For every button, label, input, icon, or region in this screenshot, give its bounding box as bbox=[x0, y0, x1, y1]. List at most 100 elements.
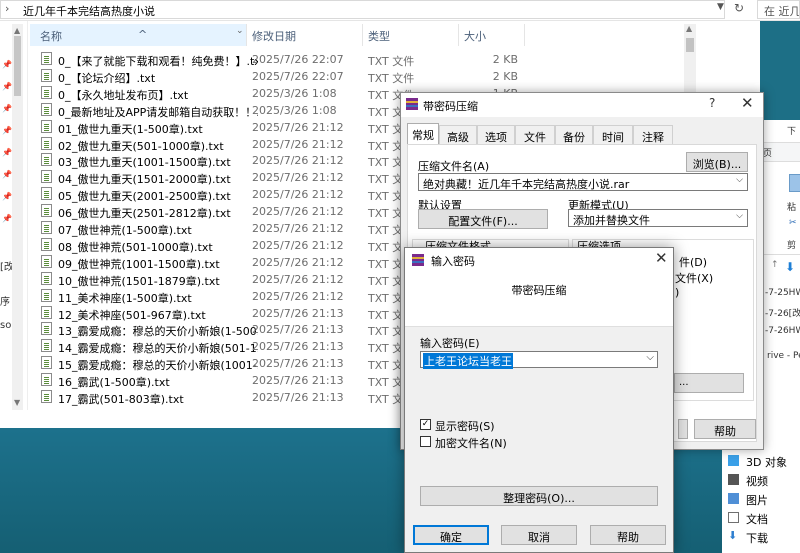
tab-time[interactable]: 时间 bbox=[593, 125, 633, 144]
column-divider[interactable] bbox=[246, 24, 247, 46]
chevron-down-icon[interactable]: ⌄ bbox=[236, 26, 244, 36]
ribbon-label[interactable]: 下 bbox=[787, 124, 796, 137]
divider bbox=[759, 254, 800, 255]
pin-icon: 📌 bbox=[2, 82, 12, 91]
list-entry[interactable]: rive - Pe bbox=[767, 351, 800, 361]
file-row[interactable]: 0_【论坛介绍】.txt 2025/7/26 22:07 TXT 文件 2 KB bbox=[38, 68, 678, 85]
file-row[interactable]: 0_【来了就能下载和观看！纯免费！】.txt 2025/7/26 22:07 TXT… bbox=[38, 51, 678, 68]
nav-item-label: 3D 对象 bbox=[746, 456, 787, 469]
password-input[interactable]: 上老王论坛当老王 ⌵ bbox=[420, 351, 658, 369]
tab-general[interactable]: 常规 bbox=[407, 123, 439, 144]
column-date-label[interactable]: 修改日期 bbox=[252, 28, 296, 44]
text-file-icon bbox=[41, 119, 52, 133]
help-icon[interactable]: ? bbox=[709, 96, 715, 110]
ribbon-label[interactable]: 粘 bbox=[787, 200, 796, 213]
nav-item-documents[interactable]: 文档 bbox=[728, 509, 800, 527]
refresh-icon[interactable]: ↻ bbox=[734, 1, 744, 15]
list-entry[interactable]: -7-25HW bbox=[765, 288, 800, 298]
tab-advanced[interactable]: 高级 bbox=[439, 125, 477, 144]
browse-button[interactable]: 浏览(B)... bbox=[686, 152, 748, 172]
file-size: 2 KB bbox=[492, 53, 518, 66]
file-date: 2025/7/26 21:13 bbox=[252, 357, 344, 371]
ok-button-partial[interactable] bbox=[678, 419, 688, 439]
chevron-down-icon[interactable]: ⌵ bbox=[736, 211, 743, 221]
list-entry[interactable]: -7-26[改 bbox=[765, 306, 800, 319]
ribbon-tab-home[interactable]: 页 bbox=[763, 146, 772, 159]
tab-backup[interactable]: 备份 bbox=[555, 125, 593, 144]
scroll-up-icon[interactable]: ▲ bbox=[686, 24, 692, 33]
file-date: 2025/7/26 21:13 bbox=[252, 340, 344, 354]
file-name: 11_美术神座(1-500章).txt bbox=[58, 291, 192, 305]
scroll-thumb[interactable] bbox=[686, 38, 694, 52]
set-password-button[interactable]: ... bbox=[674, 373, 744, 393]
text-file-icon bbox=[41, 288, 52, 302]
column-name-label[interactable]: 名称 bbox=[40, 28, 62, 44]
option-label[interactable]: ) bbox=[675, 286, 679, 299]
column-type-label[interactable]: 类型 bbox=[368, 28, 390, 44]
nav-item-label[interactable]: so bbox=[0, 320, 11, 331]
scroll-up-icon[interactable]: ▲ bbox=[14, 26, 20, 35]
profiles-button[interactable]: 配置文件(F)... bbox=[418, 209, 548, 229]
address-path[interactable]: 近几年千本完结高热度小说 bbox=[23, 3, 155, 19]
organize-passwords-button[interactable]: 整理密码(O)... bbox=[420, 486, 658, 506]
pin-icon: 📌 bbox=[2, 104, 12, 113]
nav-item-video[interactable]: 视频 bbox=[728, 471, 800, 489]
text-file-icon bbox=[41, 254, 52, 268]
column-divider[interactable] bbox=[362, 24, 363, 46]
file-date: 2025/3/26 1:08 bbox=[252, 86, 337, 100]
encrypt-filenames-checkbox[interactable] bbox=[420, 436, 431, 447]
pin-icon: 📌 bbox=[2, 60, 12, 69]
search-input[interactable]: 在 近几年千本 bbox=[757, 0, 800, 19]
scroll-down-icon[interactable]: ▼ bbox=[14, 398, 20, 407]
file-name: 05_傲世九重天(2001-2500章).txt bbox=[58, 190, 231, 204]
show-password-checkbox[interactable]: ✓ bbox=[420, 419, 431, 430]
archive-name-combo[interactable]: 绝对典藏！近几年千本完结高热度小说.rar ⌵ bbox=[418, 173, 748, 191]
nav-scrollbar[interactable]: ▲ ▼ bbox=[12, 24, 23, 410]
tab-options[interactable]: 选项 bbox=[477, 125, 515, 144]
update-mode-value: 添加并替换文件 bbox=[573, 214, 650, 227]
file-date: 2025/3/26 1:08 bbox=[252, 103, 337, 117]
scroll-thumb[interactable] bbox=[14, 36, 21, 96]
tab-comment[interactable]: 注释 bbox=[633, 125, 673, 144]
show-password-label[interactable]: 显示密码(S) bbox=[435, 418, 495, 434]
pin-icon: 📌 bbox=[2, 192, 12, 201]
down-arrow-icon[interactable]: ⬇ bbox=[785, 260, 795, 274]
help-button[interactable]: 帮助 bbox=[694, 419, 756, 439]
tab-files[interactable]: 文件 bbox=[515, 125, 555, 144]
list-entry[interactable]: -7-26HW bbox=[765, 326, 800, 336]
option-label[interactable]: 文件(X) bbox=[675, 270, 713, 286]
picture-icon bbox=[728, 493, 739, 504]
text-file-icon bbox=[41, 136, 52, 150]
nav-item-label[interactable]: 序 bbox=[0, 293, 10, 308]
winrar-icon bbox=[406, 98, 418, 110]
text-file-icon bbox=[41, 221, 52, 234]
pin-icon: 📌 bbox=[2, 126, 12, 135]
encrypt-filenames-label[interactable]: 加密文件名(N) bbox=[435, 435, 507, 451]
column-size-label[interactable]: 大小 bbox=[464, 28, 486, 44]
cancel-button[interactable]: 取消 bbox=[501, 525, 577, 545]
ok-button[interactable]: 确定 bbox=[413, 525, 489, 545]
ribbon-label[interactable]: 剪 bbox=[787, 238, 796, 251]
archive-name-label: 压缩文件名(A) bbox=[418, 160, 490, 173]
nav-item-3d-objects[interactable]: 3D 对象 bbox=[728, 452, 800, 470]
file-name: 06_傲世九重天(2501-2812章).txt bbox=[58, 207, 231, 221]
file-date: 2025/7/26 22:07 bbox=[252, 53, 344, 66]
nav-item-downloads[interactable]: ⬇ 下载 bbox=[728, 528, 800, 546]
help-button[interactable]: 帮助 bbox=[590, 525, 666, 545]
chevron-down-icon[interactable]: ⌵ bbox=[736, 175, 743, 185]
close-icon[interactable]: ✕ bbox=[741, 94, 754, 112]
option-label[interactable]: 件(D) bbox=[679, 254, 707, 270]
paste-icon[interactable] bbox=[789, 174, 800, 192]
update-mode-select[interactable]: 添加并替换文件 ⌵ bbox=[568, 209, 748, 227]
column-divider[interactable] bbox=[524, 24, 525, 46]
chevron-down-icon[interactable]: ⌵ bbox=[646, 352, 654, 363]
scissors-icon[interactable]: ✂ bbox=[789, 218, 797, 228]
nav-item-pictures[interactable]: 图片 bbox=[728, 490, 800, 508]
address-bar[interactable]: › 近几年千本完结高热度小说 ▼ bbox=[0, 0, 725, 19]
back-arrow-icon[interactable]: ↑ bbox=[771, 260, 779, 270]
file-type: TXT 文件 bbox=[368, 71, 415, 85]
file-date: 2025/7/26 21:12 bbox=[252, 272, 344, 286]
column-divider[interactable] bbox=[458, 24, 459, 46]
chevron-down-icon[interactable]: ▼ bbox=[717, 2, 724, 12]
close-icon[interactable]: ✕ bbox=[655, 249, 668, 267]
